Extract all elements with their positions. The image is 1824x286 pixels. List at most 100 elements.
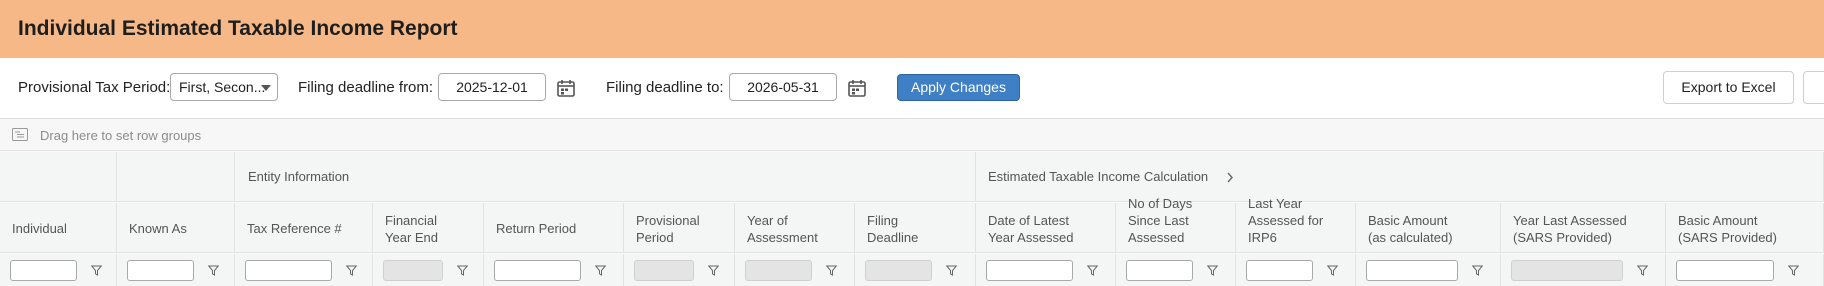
- filter-input-basic-amount-calculated[interactable]: [1366, 260, 1458, 281]
- column-header-known-as[interactable]: Known As: [117, 203, 235, 253]
- chevron-down-icon: [261, 85, 271, 91]
- column-group-header-row: Entity Information Estimated Taxable Inc…: [0, 152, 1824, 202]
- filter-input-no-of-days-since-last-assessed[interactable]: [1126, 260, 1193, 281]
- group-panel-icon: [12, 128, 28, 141]
- band-empty-known-as: [117, 152, 235, 202]
- filter-icon[interactable]: [1087, 265, 1098, 276]
- chevron-right-icon[interactable]: [1226, 172, 1234, 183]
- column-header-tax-reference[interactable]: Tax Reference #: [235, 203, 373, 253]
- title-bar: Individual Estimated Taxable Income Repo…: [0, 0, 1824, 58]
- filter-icon[interactable]: [208, 265, 219, 276]
- page-title: Individual Estimated Taxable Income Repo…: [18, 17, 458, 40]
- column-header-financial-year-end[interactable]: Financial Year End: [373, 203, 484, 253]
- filter-input-individual[interactable]: [10, 260, 77, 281]
- filter-cell-no-of-days-since-last-assessed: [1116, 254, 1236, 286]
- filter-input-year-last-assessed-sars: [1511, 260, 1623, 281]
- band-estimated-taxable-income[interactable]: Estimated Taxable Income Calculation: [976, 152, 1824, 202]
- filter-cell-financial-year-end: [373, 254, 484, 286]
- column-header-label: Year Last Assessed (SARS Provided): [1513, 213, 1627, 245]
- filter-input-basic-amount-sars[interactable]: [1676, 260, 1774, 281]
- filter-input-provisional-period: [634, 260, 694, 281]
- provisional-tax-period-value: First, Secon...: [179, 79, 266, 95]
- column-header-provisional-period[interactable]: Provisional Period: [624, 203, 735, 253]
- filter-cell-basic-amount-calculated: [1356, 254, 1501, 286]
- filter-icon[interactable]: [1637, 265, 1648, 276]
- filter-input-filing-deadline: [865, 260, 932, 281]
- column-header-label: Individual: [12, 221, 67, 236]
- filter-cell-year-of-assessment: [735, 254, 855, 286]
- filter-cell-last-year-assessed-irp6: [1236, 254, 1356, 286]
- filter-icon[interactable]: [595, 265, 606, 276]
- column-header-label: No of Days Since Last Assessed: [1128, 196, 1193, 245]
- column-header-label: Tax Reference #: [247, 221, 342, 236]
- calendar-icon[interactable]: [847, 78, 867, 98]
- column-header-basic-amount-sars[interactable]: Basic Amount (SARS Provided): [1666, 203, 1824, 253]
- filter-input-tax-reference[interactable]: [245, 260, 332, 281]
- filing-deadline-from-input[interactable]: 2025-12-01: [438, 73, 546, 101]
- band-estimated-taxable-income-label: Estimated Taxable Income Calculation: [988, 169, 1209, 184]
- column-header-year-of-assessment[interactable]: Year of Assessment: [735, 203, 855, 253]
- filter-icon[interactable]: [346, 265, 357, 276]
- column-header-individual[interactable]: Individual: [0, 203, 117, 253]
- filter-cell-known-as: [117, 254, 235, 286]
- filter-cell-date-of-latest-year-assessed: [976, 254, 1116, 286]
- column-header-label: Basic Amount (SARS Provided): [1678, 213, 1777, 245]
- filter-icon[interactable]: [708, 265, 719, 276]
- data-grid: Drag here to set row groups Entity Infor…: [0, 118, 1824, 286]
- filter-icon[interactable]: [1207, 265, 1218, 276]
- provisional-tax-period-label: Provisional Tax Period:: [18, 79, 171, 96]
- filter-icon[interactable]: [946, 265, 957, 276]
- filter-icon[interactable]: [457, 265, 468, 276]
- column-header-label: Provisional Period: [636, 213, 700, 245]
- apply-changes-button[interactable]: Apply Changes: [897, 74, 1020, 101]
- filter-icon[interactable]: [91, 265, 102, 276]
- column-header-label: Date of Latest Year Assessed: [988, 213, 1074, 245]
- filter-cell-year-last-assessed-sars: [1501, 254, 1666, 286]
- filter-cell-tax-reference: [235, 254, 373, 286]
- filter-cell-provisional-period: [624, 254, 735, 286]
- column-header-return-period[interactable]: Return Period: [484, 203, 624, 253]
- column-header-year-last-assessed-sars[interactable]: Year Last Assessed (SARS Provided): [1501, 203, 1666, 253]
- column-header-basic-amount-calculated[interactable]: Basic Amount (as calculated): [1356, 203, 1501, 253]
- calendar-icon[interactable]: [556, 78, 576, 98]
- band-empty-individual: [0, 152, 117, 202]
- column-header-label: Known As: [129, 221, 187, 236]
- filter-input-year-of-assessment: [745, 260, 812, 281]
- filter-row: [0, 254, 1824, 286]
- filter-cell-filing-deadline: [855, 254, 976, 286]
- column-header-date-of-latest-year-assessed[interactable]: Date of Latest Year Assessed: [976, 203, 1116, 253]
- filing-deadline-to-input[interactable]: 2026-05-31: [729, 73, 837, 101]
- filter-input-known-as[interactable]: [127, 260, 194, 281]
- column-header-label: Year of Assessment: [747, 213, 818, 245]
- filing-deadline-to-label: Filing deadline to:: [606, 79, 724, 96]
- provisional-tax-period-select[interactable]: First, Secon...: [170, 73, 278, 101]
- column-header-label: Return Period: [496, 221, 577, 236]
- band-entity-information-label: Entity Information: [248, 169, 350, 184]
- column-header-row: Individual Known As Tax Reference # Financi…: [0, 196, 1824, 253]
- filter-icon[interactable]: [1788, 265, 1799, 276]
- column-header-label: Basic Amount (as calculated): [1368, 213, 1453, 245]
- filter-cell-return-period: [484, 254, 624, 286]
- column-header-label: Filing Deadline: [867, 213, 919, 245]
- row-group-panel[interactable]: Drag here to set row groups: [0, 119, 1824, 151]
- row-group-panel-text: Drag here to set row groups: [40, 128, 202, 143]
- column-header-no-of-days-since-last-assessed[interactable]: No of Days Since Last Assessed: [1116, 196, 1236, 253]
- overflow-button[interactable]: [1803, 71, 1824, 104]
- filing-deadline-from-label: Filing deadline from:: [298, 79, 434, 96]
- toolbar: Provisional Tax Period: First, Secon... …: [0, 58, 1824, 118]
- column-header-label: Financial Year End: [385, 213, 439, 245]
- filter-cell-basic-amount-sars: [1666, 254, 1824, 286]
- filter-input-return-period[interactable]: [494, 260, 581, 281]
- filter-icon[interactable]: [1327, 265, 1338, 276]
- filter-input-date-of-latest-year-assessed[interactable]: [986, 260, 1073, 281]
- filter-input-financial-year-end: [383, 260, 443, 281]
- column-header-filing-deadline[interactable]: Filing Deadline: [855, 203, 976, 253]
- band-entity-information: Entity Information: [235, 152, 976, 202]
- filter-icon[interactable]: [826, 265, 837, 276]
- column-header-label: Last Year Assessed for IRP6: [1248, 196, 1324, 245]
- filter-input-last-year-assessed-irp6[interactable]: [1246, 260, 1313, 281]
- column-header-last-year-assessed-irp6[interactable]: Last Year Assessed for IRP6: [1236, 196, 1356, 253]
- export-to-excel-button[interactable]: Export to Excel: [1663, 71, 1794, 104]
- filter-cell-individual: [0, 254, 117, 286]
- filter-icon[interactable]: [1472, 265, 1483, 276]
